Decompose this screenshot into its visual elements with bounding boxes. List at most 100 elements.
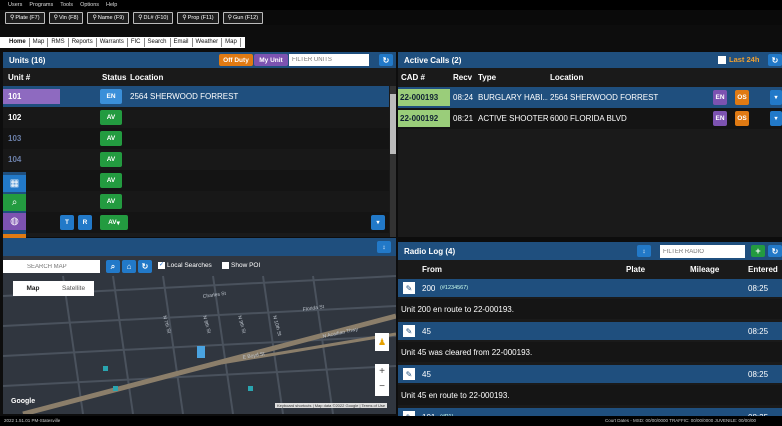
- map-refresh-icon[interactable]: ↻: [138, 260, 152, 273]
- call-menu-icon[interactable]: ▾: [770, 111, 782, 126]
- unit-status-badge[interactable]: AV: [100, 131, 122, 146]
- tab[interactable]: Home: [6, 38, 30, 47]
- map-attribution: Keyboard shortcuts | Map data ©2022 Goog…: [275, 403, 388, 408]
- call-en-button[interactable]: EN: [713, 90, 727, 105]
- fkey-button[interactable]: ⚲ Plate (F7): [5, 11, 45, 24]
- fkey-button[interactable]: ⚲ Name (F9): [87, 11, 130, 24]
- add-radio-icon[interactable]: +: [751, 245, 765, 257]
- units-panel: Units (16) Off Duty My Unit ↻ Unit # Sta…: [3, 52, 396, 237]
- grid-icon[interactable]: ▦: [3, 175, 26, 192]
- unit-status-badge[interactable]: AV: [100, 110, 122, 125]
- radio-sort-icon[interactable]: ↕: [637, 245, 651, 257]
- map-tab[interactable]: Map: [13, 281, 53, 296]
- street-view-icon[interactable]: ♟: [375, 333, 389, 351]
- zoom-in-icon[interactable]: +: [375, 364, 389, 379]
- call-os-button[interactable]: OS: [735, 111, 749, 126]
- unit-r-button[interactable]: R: [78, 215, 92, 230]
- unit-number: 101: [3, 89, 60, 104]
- unit-status-badge[interactable]: AV: [100, 152, 122, 167]
- show-poi-checkbox[interactable]: Show POI: [222, 262, 260, 269]
- call-row[interactable]: 22-000192 08:21 ACTIVE SHOOTER 6000 FLORIDA…: [398, 108, 782, 129]
- off-duty-button[interactable]: Off Duty: [219, 54, 253, 66]
- street-map[interactable]: N 7th St N 8th St N 9th St N 10th St E B…: [3, 256, 396, 414]
- menu-item[interactable]: Options: [80, 2, 99, 8]
- satellite-tab[interactable]: Satellite: [53, 281, 94, 296]
- street-label: Florida St: [302, 304, 325, 313]
- call-row[interactable]: 22-000193 08:24 BURGLARY HABI... 2564 SHERW…: [398, 87, 782, 108]
- fkey-button[interactable]: ⚲ DL# (F10): [133, 11, 174, 24]
- menu-item[interactable]: Help: [106, 2, 117, 8]
- unit-status-badge[interactable]: EN: [100, 89, 122, 104]
- edit-pencil-icon[interactable]: ✎: [403, 325, 415, 337]
- filter-units-input[interactable]: [289, 54, 369, 66]
- col-type: Type: [478, 72, 497, 82]
- status-text: AV: [106, 135, 116, 142]
- status-text: AV: [106, 114, 116, 121]
- tab[interactable]: RMS: [48, 38, 69, 47]
- call-menu-icon[interactable]: ▾: [770, 90, 782, 105]
- call-location: 6000 FLORIDA BLVD: [550, 114, 627, 123]
- col-entered: Entered: [748, 264, 778, 274]
- unit-status-badge[interactable]: AV: [100, 173, 122, 188]
- unit-row[interactable]: 104 AV: [3, 149, 389, 170]
- map-search-input[interactable]: [3, 260, 100, 273]
- radio-log-title: Radio Log (4): [404, 246, 456, 256]
- radio-entry-header[interactable]: ✎ 45 08:25: [398, 322, 782, 340]
- edit-pencil-icon[interactable]: ✎: [403, 368, 415, 380]
- filter-radio-input[interactable]: [660, 245, 745, 258]
- radio-entry-header[interactable]: ✎ 45 08:25: [398, 365, 782, 383]
- show-poi-label: Show POI: [231, 262, 261, 269]
- unit-t-button[interactable]: T: [60, 215, 74, 230]
- tab[interactable]: Search: [145, 38, 171, 47]
- radio-entry-header[interactable]: ✎ 200 (#1234567) 08:25: [398, 279, 782, 297]
- edit-pencil-icon[interactable]: ✎: [403, 282, 415, 294]
- local-searches-checkbox[interactable]: ✓ Local Searches: [158, 262, 212, 269]
- zoom-out-icon[interactable]: −: [375, 379, 389, 394]
- status-text: AV: [106, 177, 116, 184]
- unit-row[interactable]: 102 AV: [3, 107, 389, 128]
- cad-number: 22-000192: [398, 110, 450, 127]
- map-canvas[interactable]: N 7th St N 8th St N 9th St N 10th St E B…: [3, 256, 396, 414]
- fkey-button[interactable]: ⚲ Gun (F12): [222, 11, 264, 24]
- tab[interactable]: FIC: [128, 38, 145, 47]
- refresh-calls-icon[interactable]: ↻: [768, 54, 782, 66]
- search-icon[interactable]: ⌕: [3, 194, 26, 211]
- col-cad: CAD #: [401, 72, 426, 82]
- fkey-button[interactable]: ⚲ Prop (F11): [177, 11, 219, 24]
- menu-item[interactable]: Users: [8, 2, 22, 8]
- call-en-button[interactable]: EN: [713, 111, 727, 126]
- menu-item[interactable]: Tools: [60, 2, 73, 8]
- units-scrollbar[interactable]: [390, 86, 396, 237]
- unit-row[interactable]: 101 EN 2564 SHERWOOD FORREST: [3, 86, 389, 107]
- tab[interactable]: Map: [222, 38, 241, 47]
- fkey-label: Plate (F7): [15, 14, 40, 21]
- tab[interactable]: Weather: [193, 38, 223, 47]
- col-plate: Plate: [626, 264, 646, 274]
- call-os-button[interactable]: OS: [735, 90, 749, 105]
- unit-status-badge[interactable]: AV: [100, 194, 122, 209]
- map-search-icon[interactable]: ⌕: [106, 260, 120, 273]
- my-unit-button[interactable]: My Unit: [254, 54, 288, 66]
- refresh-radio-icon[interactable]: ↻: [768, 245, 782, 257]
- unit-menu-icon[interactable]: ▾: [371, 215, 385, 230]
- last-24h-checkbox[interactable]: Last 24h: [718, 55, 759, 64]
- tab[interactable]: Reports: [69, 38, 97, 47]
- menu-item[interactable]: Programs: [29, 2, 53, 8]
- unit-status-badge[interactable]: AV ▾: [100, 215, 128, 230]
- menu-bar: Users Programs Tools Options Help: [0, 0, 782, 10]
- tab[interactable]: Warrants: [97, 38, 128, 47]
- unit-row[interactable]: AV ▾ T R ▾: [3, 212, 389, 233]
- unit-row[interactable]: AV: [3, 170, 389, 191]
- home-icon[interactable]: ⌂: [122, 260, 136, 273]
- street-label: N 8th St: [201, 315, 212, 335]
- fkey-button[interactable]: ⚲ Vin (F8): [48, 11, 84, 24]
- unit-row[interactable]: AV: [3, 191, 389, 212]
- cad-application: Users Programs Tools Options Help ⚲ Plate (F7…: [0, 0, 782, 426]
- status-text: AV: [106, 198, 116, 205]
- refresh-units-icon[interactable]: ↻: [379, 54, 393, 66]
- tab[interactable]: Email: [171, 38, 193, 47]
- globe-icon[interactable]: ◍: [3, 213, 26, 230]
- tab[interactable]: Map: [30, 38, 49, 47]
- map-sort-icon[interactable]: ↕: [377, 241, 391, 253]
- unit-row[interactable]: 103 AV: [3, 128, 389, 149]
